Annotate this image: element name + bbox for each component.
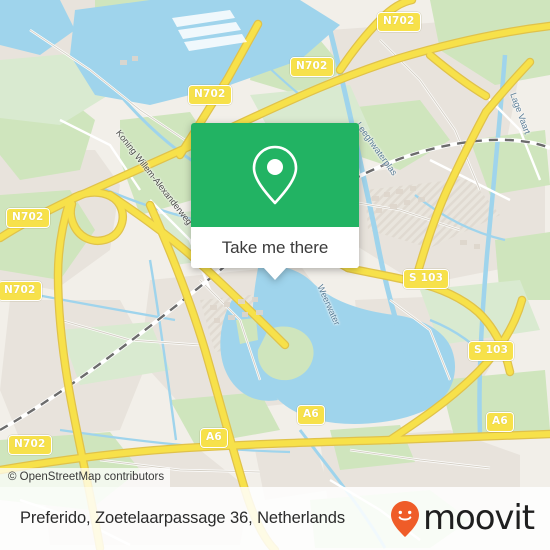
popup-action-row[interactable]: Take me there	[191, 227, 359, 268]
take-me-there-label: Take me there	[221, 237, 329, 257]
route-shield: N702	[6, 208, 50, 228]
route-shield: N702	[377, 12, 421, 32]
route-shield: N702	[290, 57, 334, 77]
popup-tail	[263, 267, 287, 280]
route-shield: N702	[8, 435, 52, 455]
moovit-logo[interactable]: moovit	[390, 497, 535, 538]
take-me-there-popup[interactable]: Take me there	[191, 123, 359, 280]
bottom-info-bar: Preferido, Zoetelaarpassage 36, Netherla…	[0, 487, 550, 550]
moovit-location-screenshot: Koning Willem-Alexanderweg Leeghwaterpla…	[0, 0, 550, 550]
route-shield: A6	[486, 412, 514, 432]
route-shield: A6	[200, 428, 228, 448]
route-shield: A6	[297, 405, 325, 425]
moovit-pin-icon	[390, 500, 420, 538]
location-pin-icon	[251, 144, 299, 206]
address-label: Preferido, Zoetelaarpassage 36, Netherla…	[20, 509, 345, 527]
route-shield: N702	[188, 85, 232, 105]
osm-attribution[interactable]: © OpenStreetMap contributors	[0, 468, 171, 488]
popup-icon-area	[191, 123, 359, 227]
route-shield: N702	[0, 281, 42, 301]
moovit-wordmark: moovit	[422, 497, 535, 538]
route-shield: S 103	[468, 341, 515, 361]
route-shield: S 103	[403, 269, 450, 289]
